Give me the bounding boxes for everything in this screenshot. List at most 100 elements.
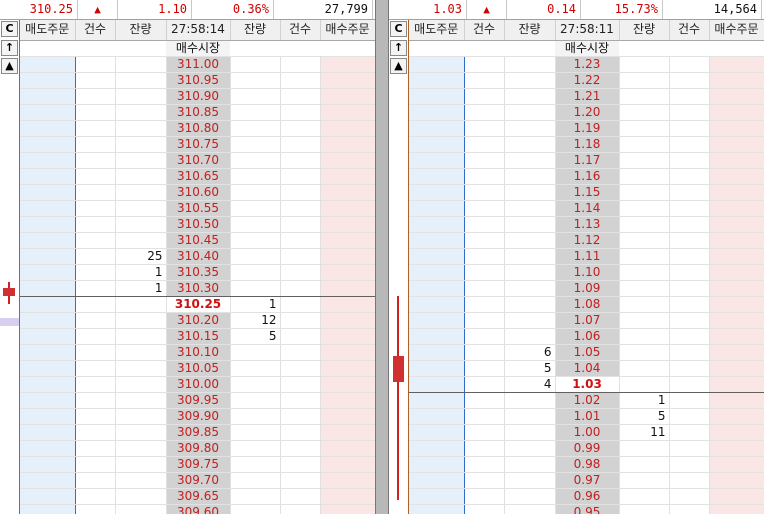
ask-order-cell[interactable] bbox=[20, 216, 76, 233]
ask-order-cell[interactable] bbox=[20, 328, 76, 345]
bid-order-cell[interactable] bbox=[708, 104, 764, 121]
ask-order-cell[interactable] bbox=[20, 392, 76, 409]
ask-order-cell[interactable] bbox=[409, 248, 465, 265]
bid-order-cell[interactable] bbox=[319, 344, 375, 361]
ask-order-cell[interactable] bbox=[20, 120, 76, 137]
price-cell[interactable]: 1.22 bbox=[555, 72, 620, 89]
ask-order-cell[interactable] bbox=[409, 120, 465, 137]
ask-order-cell[interactable] bbox=[20, 456, 76, 473]
price-cell[interactable]: 309.65 bbox=[166, 488, 231, 505]
ask-order-cell[interactable] bbox=[20, 248, 76, 265]
price-cell[interactable]: 310.50 bbox=[166, 216, 231, 233]
clear-button[interactable]: C bbox=[390, 21, 407, 37]
price-cell[interactable]: 309.70 bbox=[166, 472, 231, 489]
bid-order-cell[interactable] bbox=[319, 264, 375, 281]
bid-order-cell[interactable] bbox=[319, 296, 375, 313]
price-cell[interactable]: 1.11 bbox=[555, 248, 620, 265]
bid-order-cell[interactable] bbox=[708, 328, 764, 345]
ask-order-cell[interactable] bbox=[20, 376, 76, 393]
ask-order-cell[interactable] bbox=[20, 264, 76, 281]
bid-order-cell[interactable] bbox=[708, 232, 764, 249]
price-cell[interactable]: 310.15 bbox=[166, 328, 231, 345]
bid-order-cell[interactable] bbox=[708, 216, 764, 233]
price-cell[interactable]: 310.20 bbox=[166, 312, 231, 329]
page-up-button[interactable]: ▲ bbox=[1, 58, 18, 74]
price-cell[interactable]: 310.10 bbox=[166, 344, 231, 361]
ask-order-cell[interactable] bbox=[20, 200, 76, 217]
bid-order-cell[interactable] bbox=[319, 376, 375, 393]
bid-order-cell[interactable] bbox=[708, 264, 764, 281]
price-cell[interactable]: 1.18 bbox=[555, 136, 620, 153]
bid-order-cell[interactable] bbox=[319, 88, 375, 105]
price-cell[interactable]: 1.10 bbox=[555, 264, 620, 281]
ask-order-cell[interactable] bbox=[409, 360, 465, 377]
ask-order-cell[interactable] bbox=[409, 376, 465, 393]
price-cell[interactable]: 0.98 bbox=[555, 456, 620, 473]
ask-order-cell[interactable] bbox=[20, 296, 76, 313]
ask-order-cell[interactable] bbox=[20, 424, 76, 441]
ask-order-cell[interactable] bbox=[409, 344, 465, 361]
col-bid-order[interactable]: 매수주문 bbox=[709, 20, 764, 41]
price-cell[interactable]: 309.75 bbox=[166, 456, 231, 473]
price-cell[interactable]: 309.60 bbox=[166, 504, 231, 514]
price-cell[interactable]: 310.85 bbox=[166, 104, 231, 121]
price-cell[interactable]: 310.60 bbox=[166, 184, 231, 201]
current-price-cell[interactable]: 1.03 bbox=[555, 376, 620, 393]
bid-order-cell[interactable] bbox=[708, 408, 764, 425]
ask-order-cell[interactable] bbox=[409, 328, 465, 345]
bid-order-cell[interactable] bbox=[319, 312, 375, 329]
ask-order-cell[interactable] bbox=[409, 136, 465, 153]
ask-order-cell[interactable] bbox=[20, 88, 76, 105]
ask-order-cell[interactable] bbox=[409, 216, 465, 233]
price-cell[interactable]: 0.95 bbox=[555, 504, 620, 514]
price-cell[interactable]: 310.40 bbox=[166, 248, 231, 265]
bid-order-cell[interactable] bbox=[319, 392, 375, 409]
bid-order-cell[interactable] bbox=[708, 440, 764, 457]
price-cell[interactable]: 1.16 bbox=[555, 168, 620, 185]
bid-order-cell[interactable] bbox=[708, 280, 764, 297]
market-order-label[interactable]: 매수시장 bbox=[166, 40, 230, 57]
market-ask-cell[interactable] bbox=[409, 40, 464, 57]
bid-order-cell[interactable] bbox=[319, 184, 375, 201]
bid-order-cell[interactable] bbox=[319, 216, 375, 233]
bid-order-cell[interactable] bbox=[319, 408, 375, 425]
bid-order-cell[interactable] bbox=[319, 248, 375, 265]
ask-order-cell[interactable] bbox=[409, 456, 465, 473]
bid-order-cell[interactable] bbox=[319, 56, 375, 73]
price-cell[interactable]: 309.95 bbox=[166, 392, 231, 409]
bid-order-cell[interactable] bbox=[319, 488, 375, 505]
bid-order-cell[interactable] bbox=[708, 312, 764, 329]
bid-order-cell[interactable] bbox=[319, 232, 375, 249]
ask-order-cell[interactable] bbox=[20, 72, 76, 89]
bid-order-cell[interactable] bbox=[708, 488, 764, 505]
price-cell[interactable]: 309.80 bbox=[166, 440, 231, 457]
ask-order-cell[interactable] bbox=[20, 312, 76, 329]
price-cell[interactable]: 310.00 bbox=[166, 376, 231, 393]
ask-order-cell[interactable] bbox=[20, 344, 76, 361]
bid-order-cell[interactable] bbox=[708, 360, 764, 377]
bid-order-cell[interactable] bbox=[319, 168, 375, 185]
bid-order-cell[interactable] bbox=[708, 344, 764, 361]
ask-order-cell[interactable] bbox=[409, 392, 465, 409]
bid-order-cell[interactable] bbox=[319, 152, 375, 169]
price-cell[interactable]: 1.02 bbox=[555, 392, 620, 409]
ask-order-cell[interactable] bbox=[409, 88, 465, 105]
bid-order-cell[interactable] bbox=[708, 504, 764, 514]
bid-order-cell[interactable] bbox=[708, 136, 764, 153]
bid-order-cell[interactable] bbox=[708, 88, 764, 105]
ask-order-cell[interactable] bbox=[409, 504, 465, 514]
ask-order-cell[interactable] bbox=[20, 232, 76, 249]
price-cell[interactable]: 0.96 bbox=[555, 488, 620, 505]
page-up-button[interactable]: ▲ bbox=[390, 58, 407, 74]
price-cell[interactable]: 310.05 bbox=[166, 360, 231, 377]
price-cell[interactable]: 1.04 bbox=[555, 360, 620, 377]
scroll-up-button[interactable]: ↑ bbox=[1, 40, 18, 56]
price-cell[interactable]: 309.90 bbox=[166, 408, 231, 425]
bid-order-cell[interactable] bbox=[319, 280, 375, 297]
bid-order-cell[interactable] bbox=[708, 248, 764, 265]
ask-order-cell[interactable] bbox=[20, 152, 76, 169]
bid-order-cell[interactable] bbox=[708, 392, 764, 409]
market-order-label[interactable]: 매수시장 bbox=[555, 40, 619, 57]
price-cell[interactable]: 310.95 bbox=[166, 72, 231, 89]
price-cell[interactable]: 1.06 bbox=[555, 328, 620, 345]
